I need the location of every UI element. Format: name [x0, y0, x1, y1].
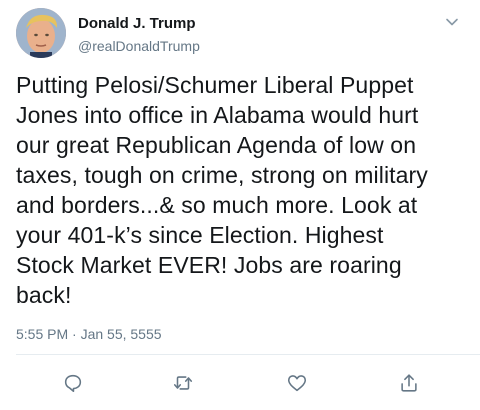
chevron-down-icon[interactable]: [444, 14, 460, 30]
share-icon[interactable]: [398, 372, 420, 394]
avatar[interactable]: [16, 8, 66, 58]
heart-icon[interactable]: [286, 372, 308, 394]
action-bar: [0, 372, 480, 396]
divider: [16, 354, 480, 355]
retweet-icon[interactable]: [172, 372, 194, 394]
tweet-text: Putting Pelosi/Schumer Liberal Puppet Jo…: [16, 72, 428, 308]
reply-icon[interactable]: [62, 372, 84, 394]
author-name[interactable]: Donald J. Trump: [78, 16, 196, 32]
tweet-card: Donald J. Trump @realDonaldTrump Putting…: [0, 0, 480, 410]
tweet-timestamp[interactable]: 5:55 PM · Jan 55, 5555: [16, 325, 162, 343]
author-handle[interactable]: @realDonaldTrump: [78, 38, 200, 54]
